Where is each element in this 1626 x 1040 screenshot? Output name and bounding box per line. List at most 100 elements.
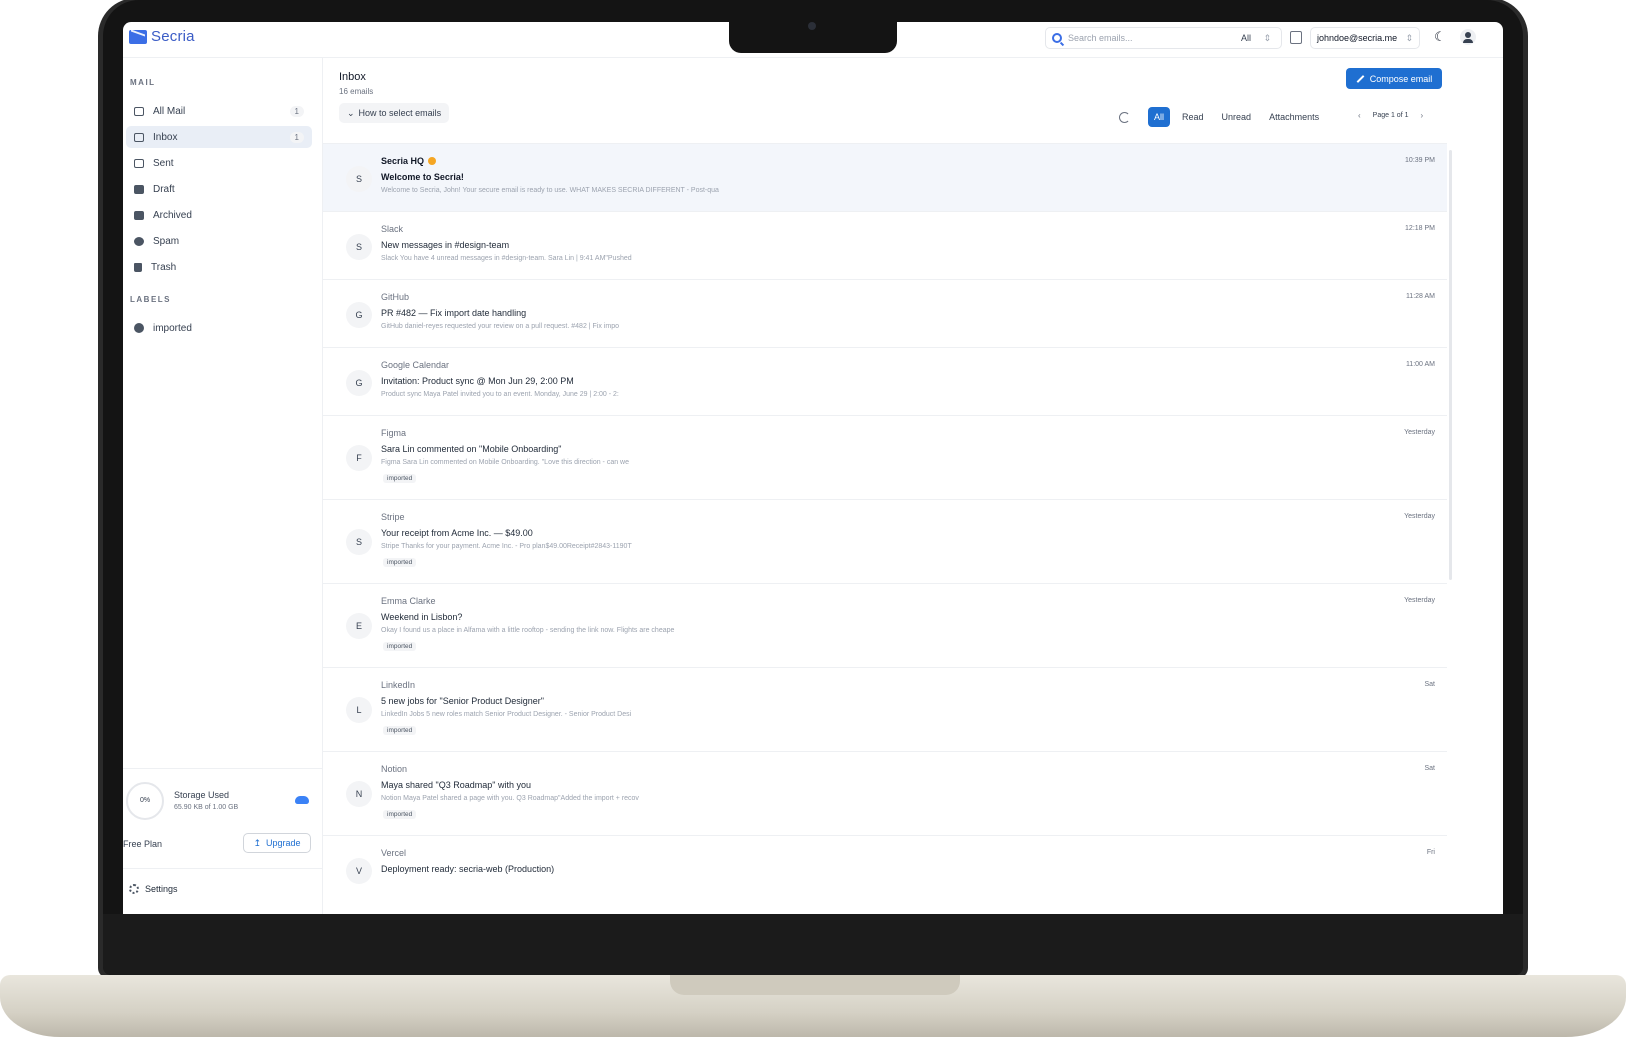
avatar: E xyxy=(346,613,372,639)
page-title: Inbox xyxy=(339,71,366,83)
moon-icon[interactable]: ☾ xyxy=(1432,29,1448,45)
storage-usage: 65.90 KB of 1.00 GB xyxy=(174,804,239,811)
filter-all[interactable]: All xyxy=(1148,107,1171,127)
count-badge: 1 xyxy=(289,105,304,117)
compose-label: Compose email xyxy=(1369,73,1433,84)
sidebar-item-sent[interactable]: Sent xyxy=(126,152,312,174)
email-sender: LinkedIn xyxy=(381,680,415,690)
email-sender: GitHub xyxy=(381,292,409,302)
sidebar-item-inbox[interactable]: Inbox 1 xyxy=(126,126,312,148)
email-sender: Stripe xyxy=(381,512,405,522)
sender-name: Notion xyxy=(381,764,408,774)
email-sender: Figma xyxy=(381,428,406,438)
avatar: L xyxy=(346,697,372,723)
label-tag: imported xyxy=(383,810,417,819)
email-preview: Notion Maya Patel shared a page with you… xyxy=(381,795,639,802)
email-time: 10:39 PM xyxy=(1405,157,1435,164)
avatar: S xyxy=(346,529,372,555)
page-indicator: Page 1 of 1 xyxy=(1372,112,1409,119)
email-subject: 5 new jobs for "Senior Product Designer" xyxy=(381,696,544,706)
label-tag: imported xyxy=(383,726,417,735)
email-subject: Your receipt from Acme Inc. — $49.00 xyxy=(381,528,533,538)
sidebar-item-label: Sent xyxy=(153,157,174,169)
how-to-select-button[interactable]: ⌄ How to select emails xyxy=(339,103,450,123)
scrollbar[interactable] xyxy=(1449,150,1452,580)
brand[interactable]: Secria xyxy=(129,28,195,45)
email-subject: New messages in #design-team xyxy=(381,240,510,250)
email-row[interactable]: G Google Calendar Invitation: Product sync… xyxy=(323,347,1447,415)
email-subject: PR #482 — Fix import date handling xyxy=(381,308,527,318)
user-icon[interactable] xyxy=(1460,29,1476,45)
search-scope-select[interactable]: All xyxy=(1241,33,1251,43)
email-row[interactable]: V Vercel Deployment ready: secria-web (Pro… xyxy=(323,835,1447,903)
envelope-logo-icon xyxy=(129,29,147,44)
email-preview: Welcome to Secria, John! Your secure ema… xyxy=(381,187,719,194)
compose-button[interactable]: Compose email xyxy=(1346,68,1442,89)
laptop-base-notch xyxy=(670,975,960,995)
screen: Secria Search emails... All ⇕ johndoe@se… xyxy=(123,22,1503,914)
camera-icon xyxy=(808,22,816,30)
refresh-icon[interactable] xyxy=(1119,111,1130,123)
chevron-up-down-icon: ⇕ xyxy=(1405,32,1413,43)
filter-read[interactable]: Read xyxy=(1176,107,1210,127)
laptop-bezel xyxy=(103,914,1523,975)
sent-icon xyxy=(134,158,144,168)
search-input[interactable]: Search emails... All ⇕ xyxy=(1045,27,1282,49)
sidebar-item-label: Spam xyxy=(153,235,180,247)
sidebar-item-all-mail[interactable]: All Mail 1 xyxy=(126,100,312,122)
copy-icon[interactable] xyxy=(1290,31,1302,44)
draft-icon xyxy=(134,184,144,194)
label-tag: imported xyxy=(383,558,417,567)
email-sender: Secria HQ xyxy=(381,156,437,166)
sidebar-item-trash[interactable]: Trash xyxy=(126,256,312,278)
email-row[interactable]: F Figma Sara Lin commented on "Mobile Onbo… xyxy=(323,415,1447,499)
avatar: G xyxy=(346,370,372,396)
label-tag: imported xyxy=(383,642,417,651)
pagination: ‹ Page 1 of 1 › xyxy=(1358,111,1423,120)
sidebar-item-spam[interactable]: Spam xyxy=(126,230,312,252)
sidebar-item-label: Trash xyxy=(151,261,177,273)
email-row[interactable]: S Slack New messages in #design-team Slack … xyxy=(323,211,1447,279)
email-row[interactable]: S Stripe Your receipt from Acme Inc. — $49… xyxy=(323,499,1447,583)
email-preview: Figma Sara Lin commented on Mobile Onboa… xyxy=(381,459,630,466)
email-preview: Okay I found us a place in Alfama with a… xyxy=(381,627,675,634)
email-row[interactable]: E Emma Clarke Weekend in Lisbon? Okay I fou… xyxy=(323,583,1447,667)
email-row[interactable]: G GitHub PR #482 — Fix import date handlin… xyxy=(323,279,1447,347)
pencil-icon xyxy=(1356,74,1365,83)
avatar: V xyxy=(346,858,372,884)
inbox-icon xyxy=(134,132,144,142)
filter-attachments[interactable]: Attachments xyxy=(1263,107,1325,127)
email-preview: LinkedIn Jobs 5 new roles match Senior P… xyxy=(381,711,632,718)
sidebar-item-label: Archived xyxy=(153,209,192,221)
filter-unread[interactable]: Unread xyxy=(1216,107,1258,127)
archive-icon xyxy=(134,210,144,220)
stack-icon xyxy=(134,106,144,116)
email-preview: GitHub daniel-reyes requested your revie… xyxy=(381,323,619,330)
avatar: N xyxy=(346,781,372,807)
sidebar-item-draft[interactable]: Draft xyxy=(126,178,312,200)
storage-progress-ring: 0% xyxy=(126,782,164,820)
chevron-right-icon[interactable]: › xyxy=(1420,111,1423,120)
settings-button[interactable]: Settings xyxy=(129,884,178,894)
search-icon xyxy=(1052,33,1062,43)
chevron-left-icon[interactable]: ‹ xyxy=(1358,111,1361,120)
upgrade-label: Upgrade xyxy=(266,838,301,848)
sidebar-item-archived[interactable]: Archived xyxy=(126,204,312,226)
email-sender: Notion xyxy=(381,764,407,774)
email-row[interactable]: N Notion Maya shared "Q3 Roadmap" with you… xyxy=(323,751,1447,835)
settings-row: Settings xyxy=(123,868,323,914)
email-row[interactable]: S Secria HQ Welcome to Secria! Welcome to S… xyxy=(323,143,1447,211)
email-sender: Vercel xyxy=(381,848,406,858)
email-subject: Invitation: Product sync @ Mon Jun 29, 2… xyxy=(381,376,574,386)
label-dot-icon xyxy=(134,323,144,333)
trash-icon xyxy=(134,262,142,272)
sidebar-label-imported[interactable]: imported xyxy=(126,317,312,339)
email-time: Yesterday xyxy=(1404,513,1435,520)
upgrade-button[interactable]: ↥ Upgrade xyxy=(243,833,311,853)
email-subject: Maya shared "Q3 Roadmap" with you xyxy=(381,780,531,790)
how-to-select-label: How to select emails xyxy=(358,108,442,118)
email-time: Yesterday xyxy=(1404,597,1435,604)
plan-label: Free Plan xyxy=(123,839,163,849)
email-row[interactable]: L LinkedIn 5 new jobs for "Senior Product … xyxy=(323,667,1447,751)
account-select[interactable]: johndoe@secria.me ⇕ xyxy=(1310,27,1420,49)
